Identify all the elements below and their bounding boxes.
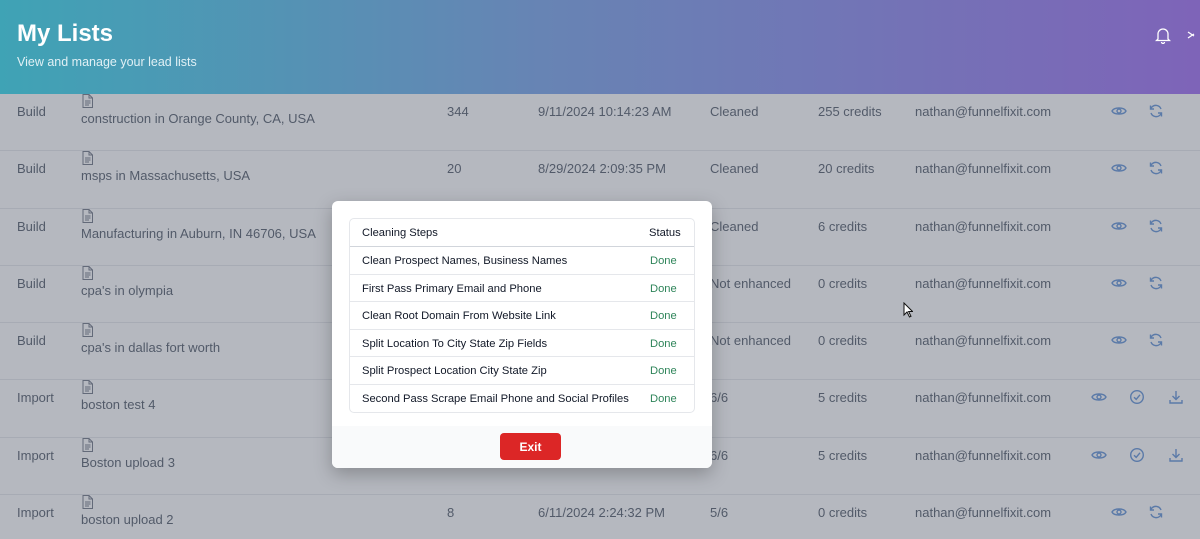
step-label: First Pass Primary Email and Phone [362, 282, 542, 295]
steps-column-header: Cleaning Steps [362, 227, 438, 239]
steps-header-row: Cleaning Steps Status [350, 219, 694, 247]
step-row: Clean Prospect Names, Business Names Done [350, 247, 694, 275]
user-menu-icon[interactable] [1186, 26, 1200, 44]
step-status: Done [650, 337, 677, 350]
step-label: Clean Prospect Names, Business Names [362, 255, 568, 267]
page-subtitle: View and manage your lead lists [17, 55, 197, 69]
status-column-header: Status [649, 227, 681, 239]
step-status: Done [650, 392, 677, 405]
step-row: Split Location To City State Zip Fields D… [350, 330, 694, 357]
page-header: My Lists View and manage your lead lists [0, 0, 1200, 94]
step-label: Clean Root Domain From Website Link [362, 310, 556, 322]
step-row: Split Prospect Location City State Zip Do… [350, 357, 694, 385]
page-title: My Lists [17, 20, 114, 47]
exit-button[interactable]: Exit [500, 433, 561, 460]
bell-icon[interactable] [1154, 26, 1172, 45]
step-row: Second Pass Scrape Email Phone and Socia… [350, 385, 694, 413]
step-status: Done [650, 310, 677, 322]
step-label: Split Location To City State Zip Fields [362, 337, 548, 350]
mouse-cursor-icon [903, 301, 914, 318]
step-status: Done [650, 282, 677, 295]
step-row: First Pass Primary Email and Phone Done [350, 275, 694, 302]
step-label: Second Pass Scrape Email Phone and Socia… [362, 392, 629, 405]
cleaning-steps-table: Cleaning Steps Status Clean Prospect Nam… [349, 218, 695, 413]
step-label: Split Prospect Location City State Zip [362, 365, 547, 377]
step-status: Done [650, 255, 677, 267]
step-row: Clean Root Domain From Website Link Done [350, 302, 694, 330]
step-status: Done [650, 365, 677, 377]
cleaning-steps-modal: Cleaning Steps Status Clean Prospect Nam… [332, 201, 712, 468]
